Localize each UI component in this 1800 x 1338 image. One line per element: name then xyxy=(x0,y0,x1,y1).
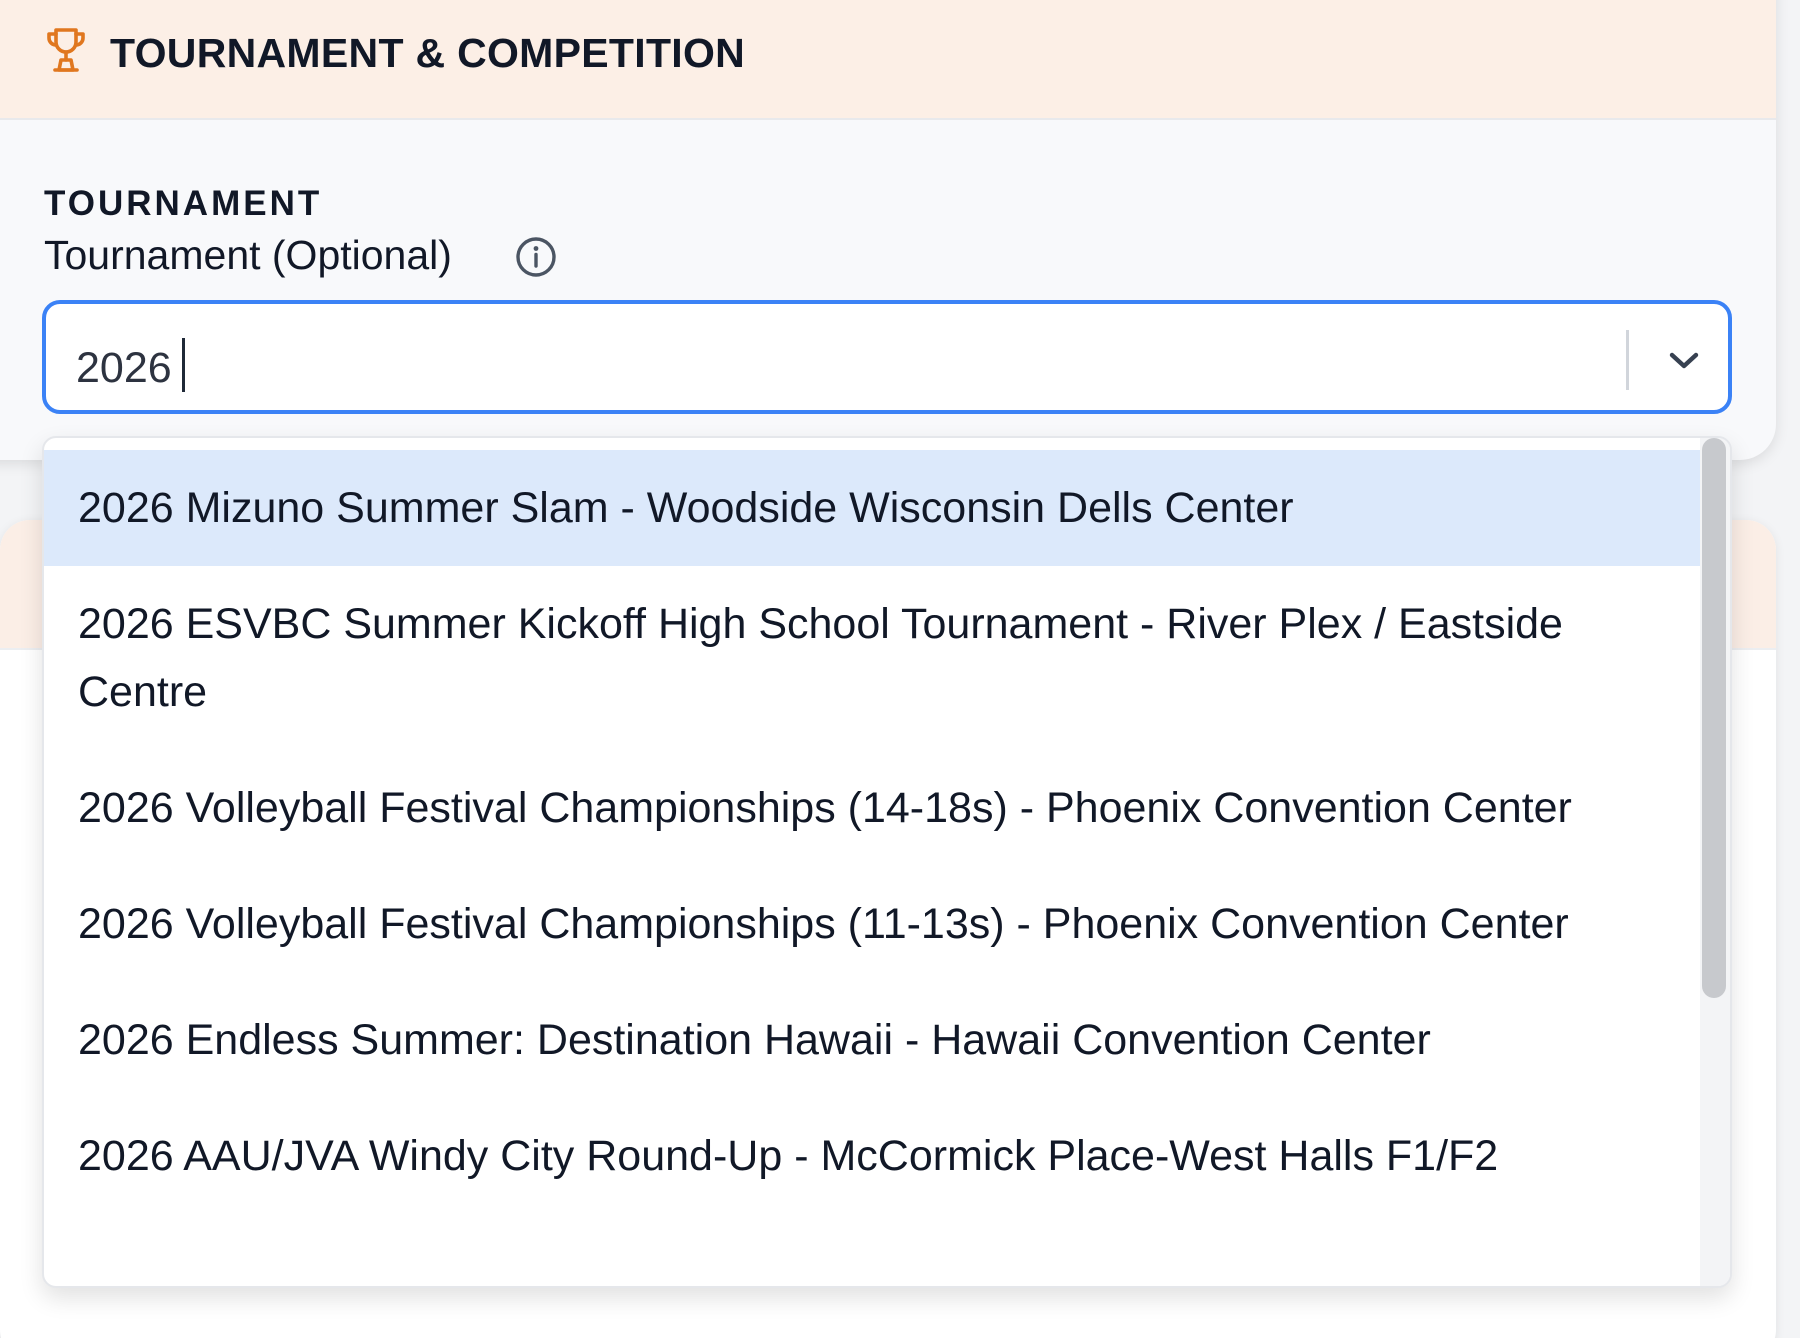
option-list: 2026 Mizuno Summer Slam - Woodside Wisco… xyxy=(44,450,1706,1214)
search-input[interactable]: 2026 xyxy=(76,338,185,393)
input-value: 2026 xyxy=(76,344,172,392)
scrollbar[interactable] xyxy=(1700,438,1730,1286)
text-caret xyxy=(181,338,185,392)
trophy-icon xyxy=(47,28,85,72)
tournament-field-label: Tournament (Optional) xyxy=(44,232,452,278)
info-icon[interactable] xyxy=(514,235,558,279)
indicator-separator xyxy=(1626,330,1629,390)
card-header: TOURNAMENT & COMPETITION xyxy=(0,0,1776,120)
dropdown-option[interactable]: 2026 Volleyball Festival Championships (… xyxy=(44,750,1706,866)
dropdown-option[interactable]: 2026 Endless Summer: Destination Hawaii … xyxy=(44,982,1706,1098)
section-title: TOURNAMENT & COMPETITION xyxy=(110,30,746,76)
chevron-down-icon[interactable] xyxy=(1662,338,1706,382)
tournament-section-label: TOURNAMENT xyxy=(44,184,323,223)
tournament-card: TOURNAMENT & COMPETITION TOURNAMENT Tour… xyxy=(0,0,1776,460)
tournament-dropdown-menu: 2026 Mizuno Summer Slam - Woodside Wisco… xyxy=(42,436,1732,1288)
dropdown-option[interactable]: 2026 AAU/JVA Windy City Round-Up - McCor… xyxy=(44,1098,1706,1214)
dropdown-option[interactable]: 2026 ESVBC Summer Kickoff High School To… xyxy=(44,566,1706,750)
scrollbar-thumb[interactable] xyxy=(1702,438,1726,998)
dropdown-option[interactable]: 2026 Mizuno Summer Slam - Woodside Wisco… xyxy=(44,450,1706,566)
dropdown-option[interactable]: 2026 Volleyball Festival Championships (… xyxy=(44,866,1706,982)
tournament-select-input[interactable]: 2026 xyxy=(42,300,1732,414)
